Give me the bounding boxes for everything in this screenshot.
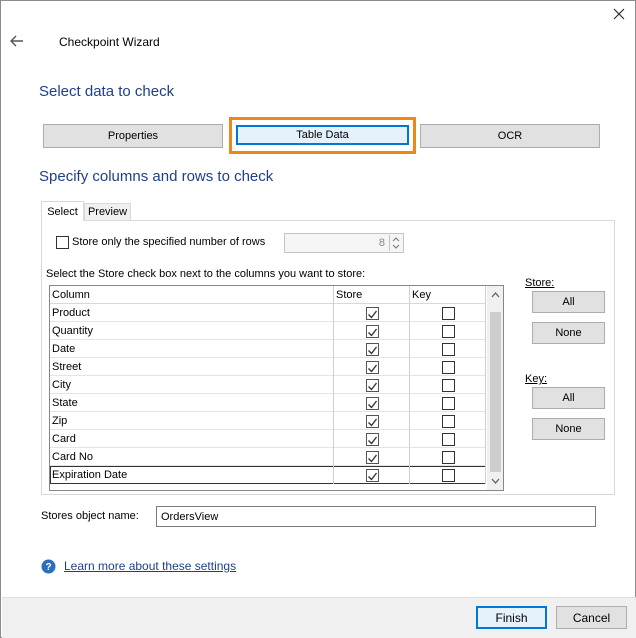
object-name-label: Stores object name: — [41, 510, 139, 522]
scroll-down-icon[interactable] — [487, 474, 504, 488]
store-group-label-text: Store: — [525, 277, 555, 289]
arrow-left-icon — [10, 35, 23, 47]
ocr-tab-button[interactable]: OCR — [420, 124, 600, 148]
wizard-window: Checkpoint Wizard Select data to check P… — [0, 0, 636, 638]
footer-bar: Finish Cancel — [2, 597, 636, 638]
svg-text:?: ? — [45, 562, 51, 573]
header-store[interactable]: Store — [336, 286, 362, 304]
grid-scrollbar[interactable] — [487, 286, 504, 490]
finish-button[interactable]: Finish — [476, 606, 547, 629]
row-column-name: City — [52, 379, 71, 391]
row-column-name: Card No — [52, 451, 93, 463]
grid-divider — [485, 286, 486, 484]
row-column-name: Zip — [52, 415, 68, 427]
columns-grid: Column Store Key Product Quantity Date Stre… — [49, 285, 504, 491]
store-none-button[interactable]: None — [532, 322, 605, 344]
table-row[interactable]: Product — [50, 304, 486, 322]
tab-select[interactable]: Select — [41, 201, 84, 221]
key-group-label-text: Key: — [525, 373, 548, 385]
store-rows-checkbox-box[interactable] — [56, 236, 69, 249]
table-data-highlight: Table Data — [229, 117, 416, 154]
table-row[interactable]: Expiration Date — [50, 466, 486, 484]
header-key[interactable]: Key — [412, 286, 431, 304]
table-row[interactable]: State — [50, 394, 486, 412]
cancel-button[interactable]: Cancel — [556, 606, 627, 629]
row-count-value: 8 — [378, 237, 385, 249]
close-icon — [613, 8, 625, 20]
store-all-button[interactable]: All — [532, 291, 605, 313]
close-button[interactable] — [605, 3, 633, 25]
spinner-down-icon — [392, 244, 400, 249]
spinner-arrows[interactable] — [389, 235, 401, 251]
row-count-spinner[interactable]: 8 — [284, 233, 404, 253]
key-group-label: Key: — [525, 373, 547, 385]
row-column-name: Product — [52, 307, 90, 319]
scroll-thumb[interactable] — [490, 312, 501, 472]
check-icon — [367, 470, 378, 488]
grid-divider — [333, 286, 334, 484]
select-panel: Store only the specified number of rows … — [41, 220, 615, 495]
table-row[interactable]: City — [50, 376, 486, 394]
grid-divider — [409, 286, 410, 484]
help-icon-wrap[interactable]: ? — [41, 559, 56, 577]
table-row[interactable]: Street — [50, 358, 486, 376]
back-button[interactable] — [7, 31, 27, 51]
help-link[interactable]: Learn more about these settings — [64, 559, 236, 573]
table-row[interactable]: Date — [50, 340, 486, 358]
scroll-up-icon[interactable] — [487, 288, 504, 302]
header-column[interactable]: Column — [52, 286, 90, 304]
section-heading-select-data: Select data to check — [39, 83, 175, 100]
window-title: Checkpoint Wizard — [59, 35, 160, 49]
table-row[interactable]: Card No — [50, 448, 486, 466]
spinner-up-icon — [392, 237, 400, 242]
row-column-name: State — [52, 397, 78, 409]
instruction-text: Select the Store check box next to the c… — [46, 268, 366, 280]
tab-preview[interactable]: Preview — [84, 203, 131, 220]
row-column-name: Card — [52, 433, 76, 445]
properties-tab-button[interactable]: Properties — [43, 124, 223, 148]
row-column-name: Date — [52, 343, 76, 355]
row-column-name: Expiration Date — [52, 469, 128, 481]
key-all-button[interactable]: All — [532, 387, 605, 409]
table-data-tab-button[interactable]: Table Data — [236, 125, 409, 145]
grid-header-row: Column Store Key — [50, 286, 486, 304]
store-rows-label: Store only the specified number of rows — [72, 236, 266, 248]
row-column-name: Street — [52, 361, 82, 373]
table-row[interactable]: Card — [50, 430, 486, 448]
section-heading-specify-columns: Specify columns and rows to check — [39, 168, 274, 185]
row-store-checkbox[interactable] — [366, 469, 379, 487]
help-icon[interactable]: ? — [41, 559, 56, 574]
key-none-button[interactable]: None — [532, 418, 605, 440]
store-group-label: Store: — [525, 277, 554, 289]
row-column-name: Quantity — [52, 325, 93, 337]
table-row[interactable]: Zip — [50, 412, 486, 430]
table-row[interactable]: Quantity — [50, 322, 486, 340]
row-key-checkbox[interactable] — [442, 469, 455, 487]
store-rows-checkbox[interactable] — [56, 236, 69, 252]
object-name-field[interactable] — [156, 506, 596, 527]
